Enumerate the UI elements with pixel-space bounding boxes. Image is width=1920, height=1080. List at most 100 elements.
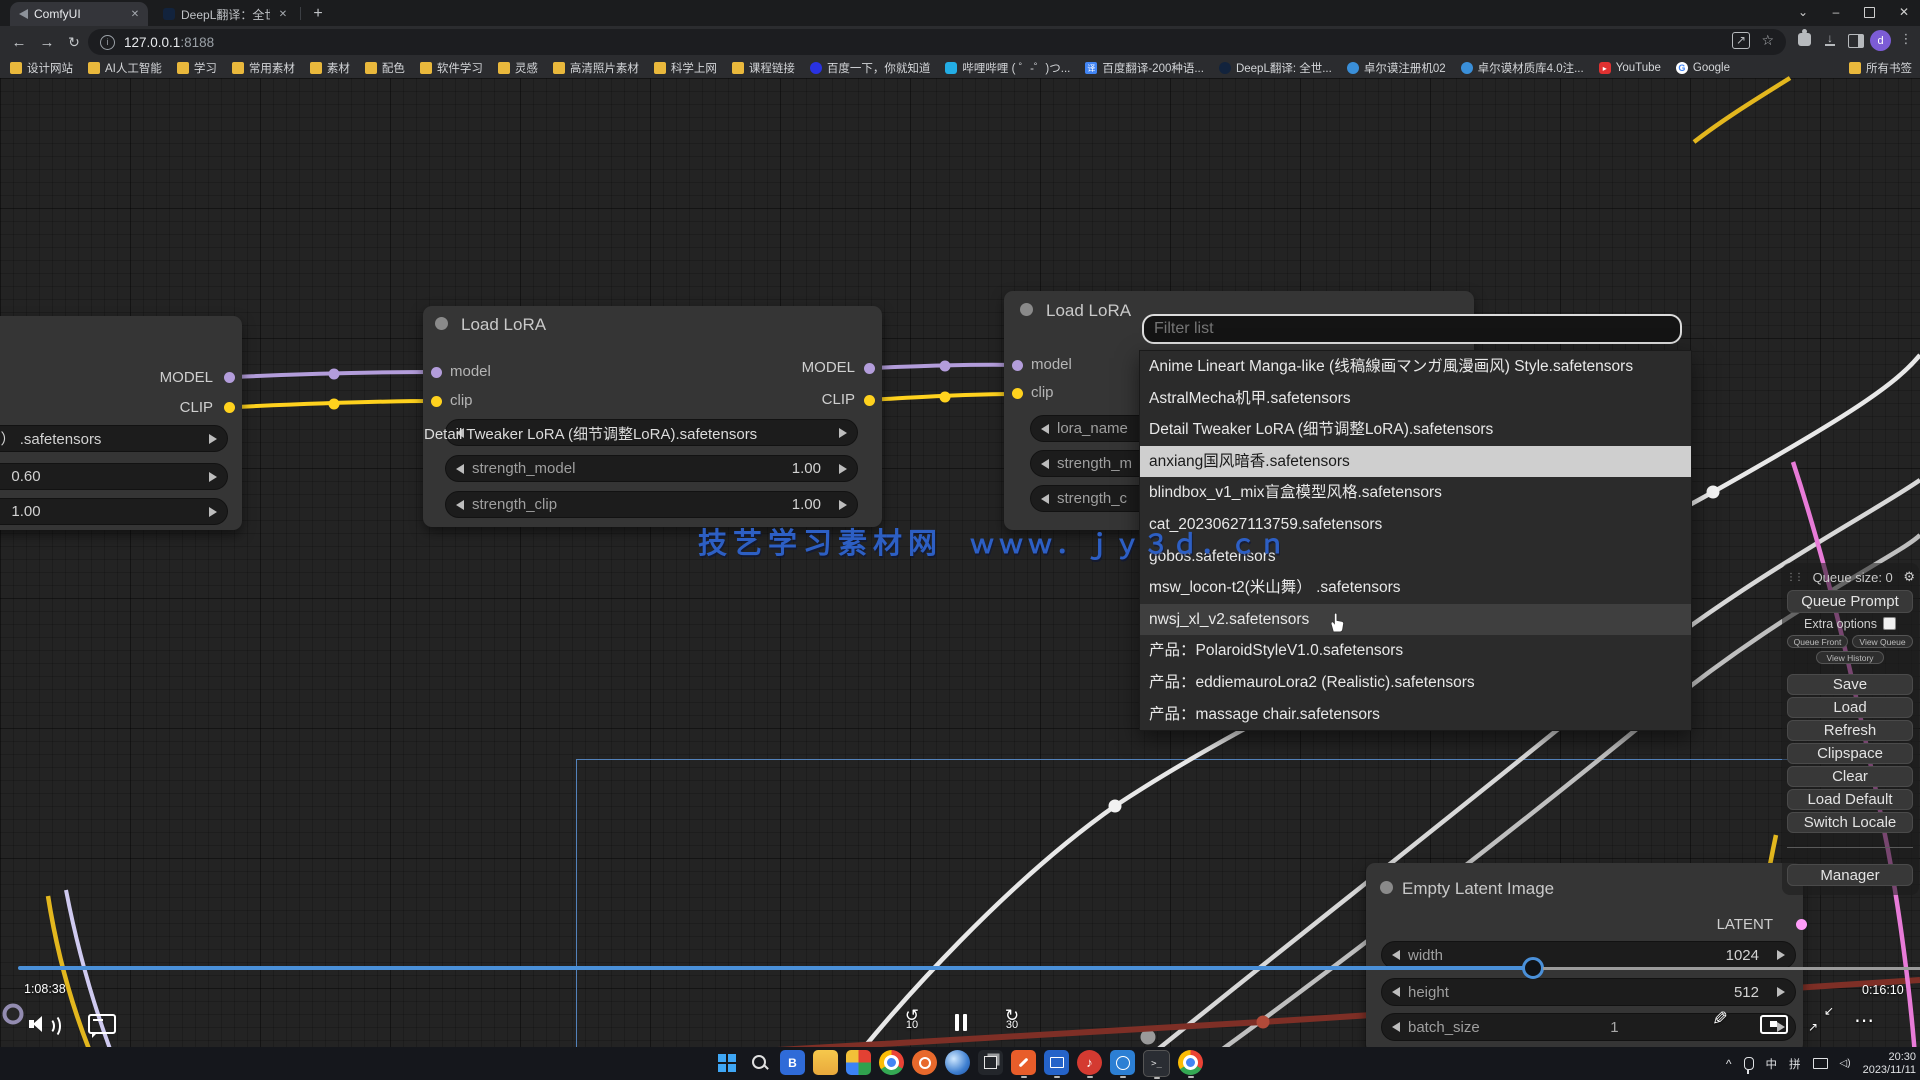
clip-output-dot[interactable] <box>224 402 235 413</box>
prev-value-icon[interactable] <box>1392 1022 1400 1032</box>
rewind-10-button[interactable]: ↺ 10 <box>894 1008 930 1030</box>
extra-options-checkbox[interactable] <box>1883 617 1896 630</box>
menu-button-clear[interactable]: Clear <box>1787 766 1913 787</box>
forward-button[interactable]: → <box>36 32 58 52</box>
ime-mode[interactable]: 拼 <box>1789 1056 1801 1072</box>
menu-button-load-default[interactable]: Load Default <box>1787 789 1913 810</box>
next-value-icon[interactable] <box>839 428 847 438</box>
prev-value-icon[interactable] <box>1041 459 1049 469</box>
collapse-dot-icon[interactable] <box>1020 303 1033 316</box>
dropdown-item[interactable]: nwsj_xl_v2.safetensors <box>1140 604 1691 636</box>
seek-bar-elapsed[interactable] <box>18 966 1533 970</box>
strength-clip-widget[interactable]: strength_clip 1.00 <box>445 491 858 518</box>
clip-output-dot[interactable] <box>864 395 875 406</box>
seek-handle[interactable] <box>1522 957 1544 979</box>
forward-30-button[interactable]: ↻ 30 <box>994 1008 1030 1030</box>
downloads-icon[interactable] <box>1822 32 1838 48</box>
speaker-icon[interactable] <box>1840 1058 1851 1069</box>
queue-prompt-button[interactable]: Queue Prompt <box>1787 590 1913 613</box>
bookmark-item[interactable]: Google <box>1676 62 1730 74</box>
bookmark-item[interactable]: 灵感 <box>498 60 538 76</box>
music-app-icon[interactable] <box>1077 1050 1102 1075</box>
bookmark-item[interactable]: DeepL翻译: 全世... <box>1219 60 1332 76</box>
back-button[interactable]: ← <box>8 32 30 52</box>
close-tab-icon[interactable] <box>127 6 143 22</box>
dropdown-item[interactable]: 产品：PolaroidStyleV1.0.safetensors <box>1140 635 1691 667</box>
dropdown-item[interactable]: 产品：eddiemauroLora2 (Realistic).safetenso… <box>1140 667 1691 699</box>
menu-button-clipspace[interactable]: Clipspace <box>1787 743 1913 764</box>
next-value-icon[interactable] <box>209 507 217 517</box>
profile-avatar[interactable]: d <box>1870 30 1891 51</box>
dropdown-item[interactable]: anxiang国风暗香.safetensors <box>1140 446 1691 478</box>
next-value-icon[interactable] <box>839 464 847 474</box>
batch-size-widget[interactable]: batch_size 1 <box>1381 1013 1796 1041</box>
bookmark-item[interactable]: 常用素材 <box>232 60 295 76</box>
volume-icon[interactable] <box>28 1012 56 1036</box>
bookmark-item[interactable]: 配色 <box>365 60 405 76</box>
bookmark-item[interactable]: 学习 <box>177 60 217 76</box>
gear-icon[interactable] <box>1903 569 1915 585</box>
menu-button-save[interactable]: Save <box>1787 674 1913 695</box>
bookmark-item[interactable]: 素材 <box>310 60 350 76</box>
clock[interactable]: 20:30 2023/11/11 <box>1863 1051 1916 1077</box>
pencil-notes-icon[interactable] <box>1712 1008 1728 1031</box>
terminal-app-icon[interactable] <box>1143 1050 1170 1077</box>
bookmark-item[interactable]: 设计网站 <box>10 60 73 76</box>
bookmark-item[interactable]: 卓尔谟材质库4.0注... <box>1461 60 1584 76</box>
address-bar[interactable]: 127.0.0.1 :8188 <box>88 29 1786 55</box>
menu-button-load[interactable]: Load <box>1787 697 1913 718</box>
hidden-icons-chevron[interactable] <box>1726 1057 1732 1071</box>
tab-search-icon[interactable] <box>1788 0 1818 24</box>
clip-input-dot[interactable] <box>1012 388 1023 399</box>
prev-value-icon[interactable] <box>456 500 464 510</box>
maximize-button[interactable] <box>1854 0 1884 24</box>
globe-app-icon[interactable] <box>1110 1050 1135 1075</box>
prev-value-icon[interactable] <box>456 464 464 474</box>
file-explorer-icon[interactable] <box>813 1050 838 1075</box>
next-value-icon[interactable] <box>839 500 847 510</box>
manager-button[interactable]: Manager <box>1787 864 1913 886</box>
next-value-icon[interactable] <box>209 472 217 482</box>
model-input-dot[interactable] <box>431 367 442 378</box>
filter-list-input[interactable] <box>1142 314 1682 344</box>
strength-model-widget[interactable]: strength_model 1.00 <box>445 455 858 482</box>
strength-clip-widget[interactable]: 1.00 <box>0 498 228 525</box>
dropdown-item[interactable]: Anime Lineart Manga-like (线稿線画マンガ風漫画风) S… <box>1140 351 1691 383</box>
orange-search-icon[interactable] <box>912 1050 937 1075</box>
chrome-icon[interactable] <box>879 1050 904 1075</box>
bookmark-star-icon[interactable] <box>1761 32 1774 49</box>
more-options-icon[interactable] <box>1854 1008 1874 1033</box>
close-window-button[interactable] <box>1889 0 1919 24</box>
model-output-dot[interactable] <box>224 372 235 383</box>
bookmark-item[interactable]: YouTube <box>1599 62 1661 74</box>
share-icon[interactable] <box>1732 33 1750 49</box>
search-icon[interactable] <box>747 1050 772 1075</box>
seek-bar-remaining[interactable] <box>1543 967 1920 970</box>
media-sphere-icon[interactable] <box>945 1050 970 1075</box>
prev-value-icon[interactable] <box>1041 424 1049 434</box>
side-panel-icon[interactable] <box>1848 34 1864 48</box>
reload-button[interactable]: ↻ <box>63 32 85 52</box>
collapse-dot-icon[interactable] <box>435 317 448 330</box>
prev-value-icon[interactable] <box>1041 494 1049 504</box>
prev-value-icon[interactable] <box>1392 950 1400 960</box>
pinwheel-app-icon[interactable] <box>846 1050 871 1075</box>
menu-button-switch-locale[interactable]: Switch Locale <box>1787 812 1913 833</box>
microphone-icon[interactable] <box>1744 1057 1754 1070</box>
height-widget[interactable]: height 512 <box>1381 978 1796 1006</box>
dropdown-item[interactable]: 产品：massage chair.safetensors <box>1140 699 1691 731</box>
close-tab-icon[interactable] <box>275 6 291 22</box>
chrome-profile-icon[interactable] <box>1178 1050 1203 1075</box>
site-info-icon[interactable] <box>100 35 115 50</box>
pause-button[interactable] <box>952 1014 970 1031</box>
bookmark-item[interactable]: 科学上网 <box>654 60 717 76</box>
collapse-dot-icon[interactable] <box>1380 881 1393 894</box>
clip-input-dot[interactable] <box>431 396 442 407</box>
dropdown-item[interactable]: msw_locon-t2(米山舞） .safetensors <box>1140 572 1691 604</box>
bookmark-item[interactable]: 课程链接 <box>732 60 795 76</box>
cube-3d-app-icon[interactable] <box>978 1050 1003 1075</box>
prev-value-icon[interactable] <box>1392 987 1400 997</box>
bookmark-item[interactable]: AI人工智能 <box>88 60 162 76</box>
bookmark-item[interactable]: 软件学习 <box>420 60 483 76</box>
menu-button-refresh[interactable]: Refresh <box>1787 720 1913 741</box>
